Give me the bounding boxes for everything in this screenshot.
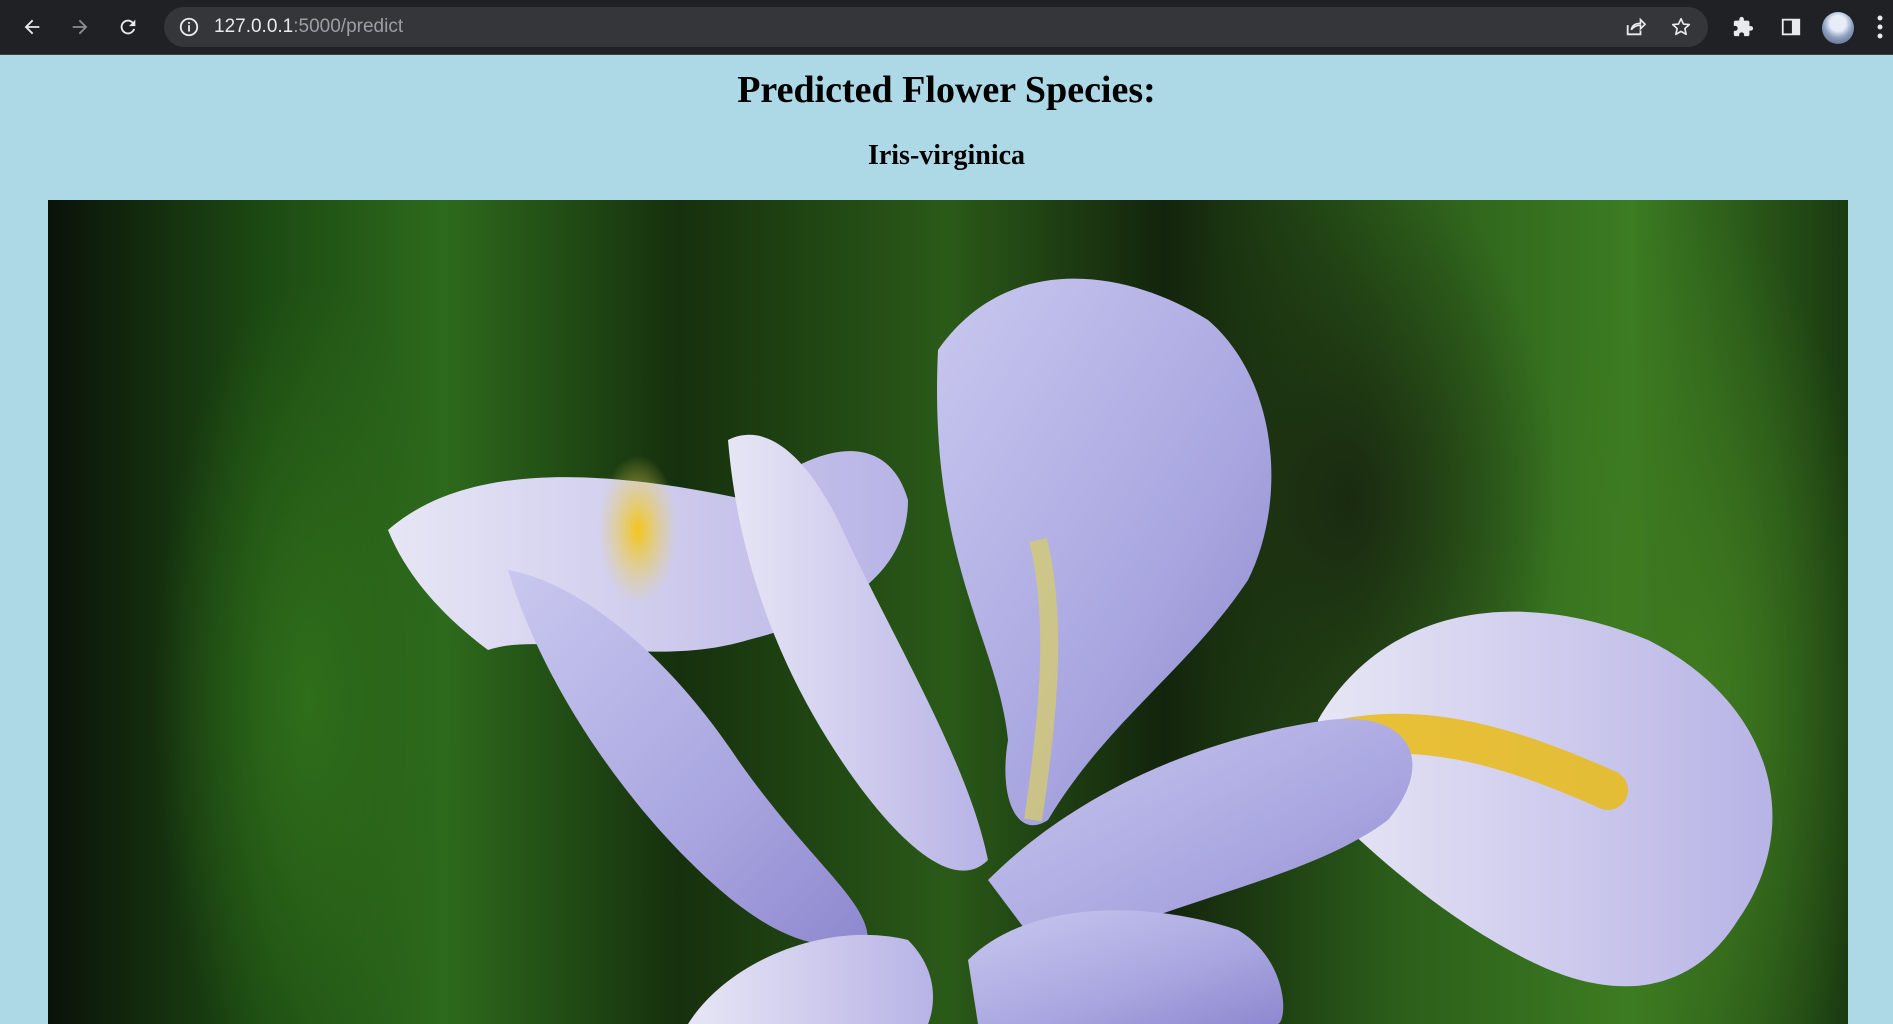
iris-flower-illustration	[388, 278, 1773, 1024]
reload-button[interactable]	[112, 11, 144, 43]
back-button[interactable]	[16, 11, 48, 43]
side-panel-button[interactable]	[1775, 11, 1807, 43]
back-icon	[24, 19, 40, 35]
forward-button[interactable]	[64, 11, 96, 43]
sidepanel-icon	[1781, 18, 1801, 36]
share-icon[interactable]	[1624, 16, 1646, 38]
url-host: 127.0.0.1	[214, 16, 294, 37]
reload-icon	[120, 19, 136, 35]
menu-icon[interactable]	[1876, 14, 1884, 40]
extensions-icon	[1733, 16, 1754, 37]
star-icon[interactable]	[1670, 16, 1692, 38]
browser-toolbar: 127.0.0.1:5000/predict	[0, 0, 1893, 55]
extensions-button[interactable]	[1727, 11, 1759, 43]
page-title: Predicted Flower Species:	[737, 69, 1156, 111]
forward-icon	[72, 19, 88, 35]
profile-avatar[interactable]	[1822, 12, 1854, 44]
address-bar[interactable]: 127.0.0.1:5000/predict	[164, 7, 1708, 47]
url-path: :5000/predict	[293, 16, 404, 37]
flower-image	[48, 200, 1848, 1024]
url-text[interactable]: 127.0.0.1:5000/predict	[214, 7, 403, 47]
predicted-species: Iris-virginica	[867, 140, 1026, 171]
info-icon[interactable]	[178, 16, 200, 38]
